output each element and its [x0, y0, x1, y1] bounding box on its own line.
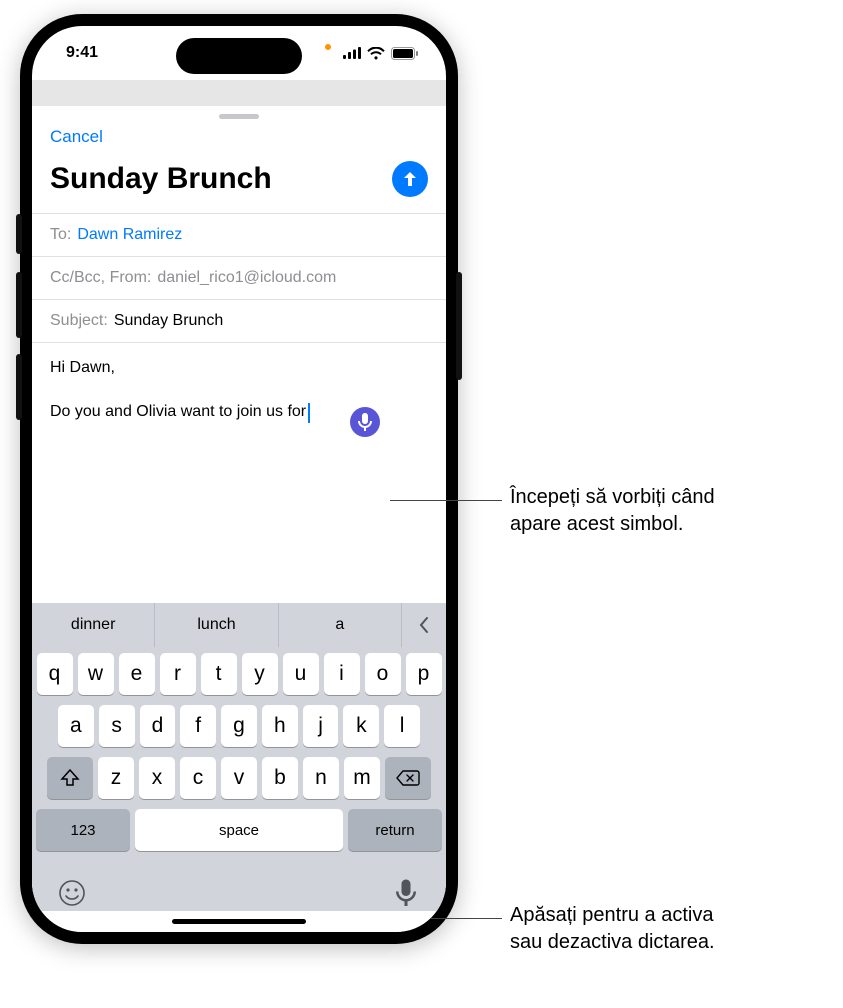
shift-icon — [60, 769, 80, 787]
iphone-frame: 9:41 Cancel Sunday Brunch To: — [20, 14, 458, 944]
body-greeting: Hi Dawn, — [50, 357, 428, 379]
emoji-button[interactable] — [56, 877, 88, 909]
key-delete[interactable] — [385, 757, 431, 799]
dictation-active-indicator[interactable] — [350, 407, 380, 437]
key-return[interactable]: return — [348, 809, 442, 851]
key-row-3: z x c v b n m — [36, 757, 442, 799]
key-g[interactable]: g — [221, 705, 257, 747]
cancel-button[interactable]: Cancel — [50, 127, 103, 146]
key-shift[interactable] — [47, 757, 93, 799]
predictions-collapse[interactable] — [402, 603, 446, 647]
key-d[interactable]: d — [140, 705, 176, 747]
backspace-icon — [396, 769, 420, 787]
keyboard-bottom-bar — [32, 867, 446, 911]
key-row-2: a s d f g h j k l — [36, 705, 442, 747]
prediction-3[interactable]: a — [279, 603, 402, 647]
side-button-power — [456, 272, 462, 380]
key-row-1: q w e r t y u i o p — [36, 653, 442, 695]
to-value[interactable]: Dawn Ramirez — [77, 226, 182, 244]
key-i[interactable]: i — [324, 653, 360, 695]
key-b[interactable]: b — [262, 757, 298, 799]
key-y[interactable]: y — [242, 653, 278, 695]
subject-label: Subject: — [50, 312, 108, 330]
callout-line-1 — [390, 500, 502, 501]
key-space[interactable]: space — [135, 809, 343, 851]
prediction-2[interactable]: lunch — [155, 603, 278, 647]
ccbcc-label: Cc/Bcc, From: — [50, 269, 151, 287]
screen: 9:41 Cancel Sunday Brunch To: — [32, 26, 446, 932]
chevron-left-icon — [418, 616, 430, 634]
key-s[interactable]: s — [99, 705, 135, 747]
callout-dictation-symbol: Începeți să vorbiți când apare acest sim… — [510, 484, 715, 538]
key-l[interactable]: l — [384, 705, 420, 747]
subject-field[interactable]: Subject: Sunday Brunch — [32, 299, 446, 343]
key-row-4: 123 space return — [36, 809, 442, 851]
key-v[interactable]: v — [221, 757, 257, 799]
dictation-button[interactable] — [390, 877, 422, 909]
prediction-1[interactable]: dinner — [32, 603, 155, 647]
key-a[interactable]: a — [58, 705, 94, 747]
battery-icon — [391, 47, 418, 60]
key-u[interactable]: u — [283, 653, 319, 695]
compose-sheet: Cancel Sunday Brunch To: Dawn Ramirez Cc… — [32, 106, 446, 932]
key-h[interactable]: h — [262, 705, 298, 747]
key-q[interactable]: q — [37, 653, 73, 695]
cellular-icon — [343, 47, 361, 59]
key-t[interactable]: t — [201, 653, 237, 695]
key-f[interactable]: f — [180, 705, 216, 747]
microphone-icon — [358, 413, 372, 431]
predictive-bar: dinner lunch a — [32, 603, 446, 647]
status-icons — [325, 47, 418, 60]
arrow-up-icon — [401, 170, 419, 188]
key-n[interactable]: n — [303, 757, 339, 799]
key-e[interactable]: e — [119, 653, 155, 695]
callout-line-2 — [430, 918, 502, 919]
callout-dictation-toggle: Apăsați pentru a activa sau dezactiva di… — [510, 902, 715, 956]
sheet-backdrop — [32, 80, 446, 106]
key-123[interactable]: 123 — [36, 809, 130, 851]
key-o[interactable]: o — [365, 653, 401, 695]
to-label: To: — [50, 226, 71, 244]
status-time: 9:41 — [66, 44, 98, 62]
key-x[interactable]: x — [139, 757, 175, 799]
ccbcc-value: daniel_rico1@icloud.com — [157, 269, 336, 287]
side-button-vol-down — [16, 354, 22, 420]
key-w[interactable]: w — [78, 653, 114, 695]
home-indicator[interactable] — [172, 919, 306, 924]
dynamic-island — [176, 38, 302, 74]
keyboard: q w e r t y u i o p a s d f g h — [32, 647, 446, 867]
key-k[interactable]: k — [343, 705, 379, 747]
key-c[interactable]: c — [180, 757, 216, 799]
body-text: Do you and Olivia want to join us for — [50, 401, 306, 423]
key-j[interactable]: j — [303, 705, 339, 747]
key-m[interactable]: m — [344, 757, 380, 799]
ccbcc-field[interactable]: Cc/Bcc, From: daniel_rico1@icloud.com — [32, 256, 446, 299]
side-button-silent — [16, 214, 22, 254]
compose-title: Sunday Brunch — [50, 162, 272, 196]
key-r[interactable]: r — [160, 653, 196, 695]
send-button[interactable] — [392, 161, 428, 197]
message-body[interactable]: Hi Dawn, Do you and Olivia want to join … — [32, 343, 446, 603]
key-p[interactable]: p — [406, 653, 442, 695]
key-z[interactable]: z — [98, 757, 134, 799]
text-cursor — [308, 403, 310, 423]
mic-indicator-dot-icon — [325, 44, 331, 50]
side-button-vol-up — [16, 272, 22, 338]
emoji-icon — [58, 879, 86, 907]
to-field[interactable]: To: Dawn Ramirez — [32, 213, 446, 256]
microphone-icon — [395, 879, 417, 907]
subject-value: Sunday Brunch — [114, 312, 223, 330]
wifi-icon — [367, 47, 385, 60]
